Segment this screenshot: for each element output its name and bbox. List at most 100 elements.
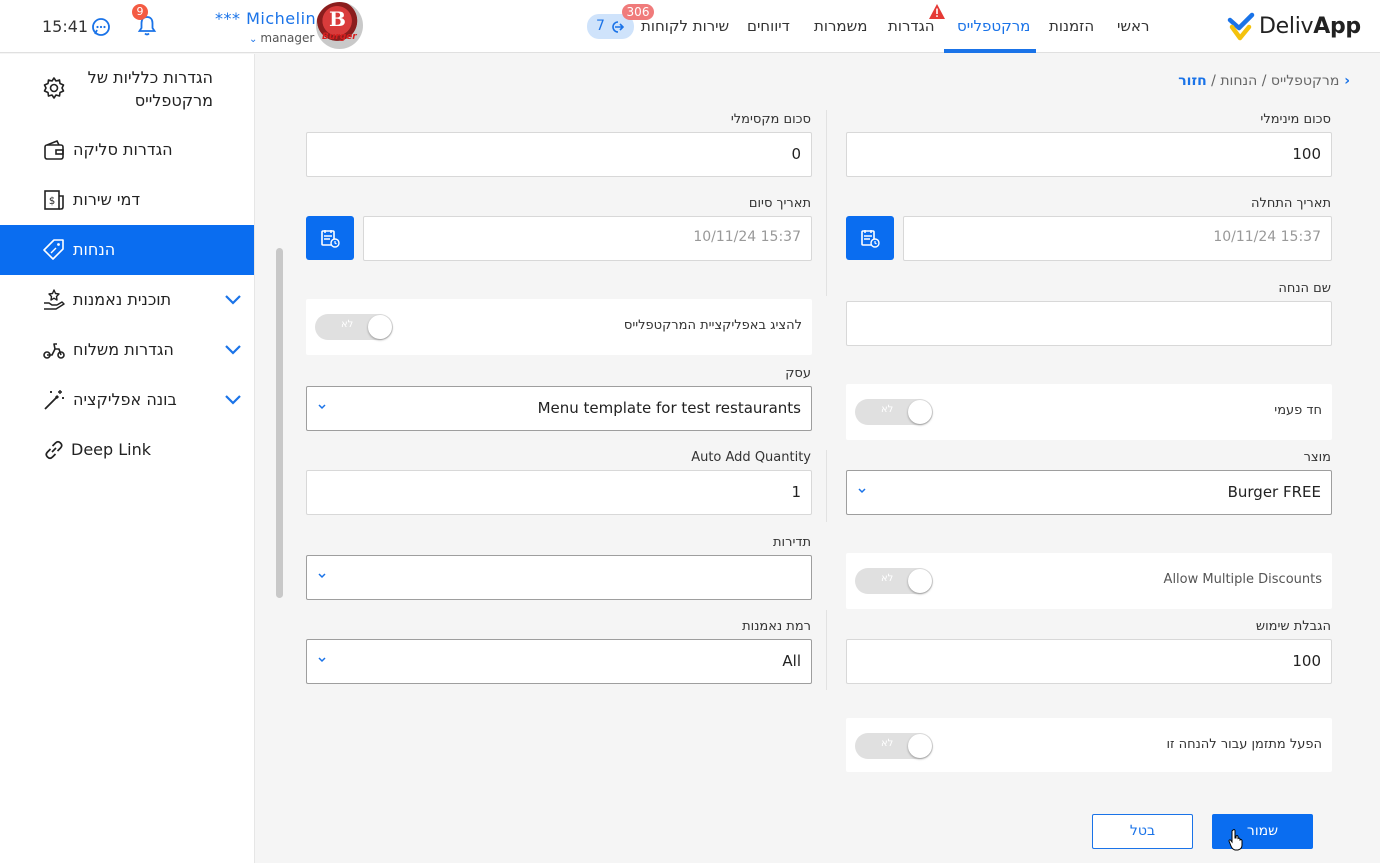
show-in-app-label: להציג באפליקציית המרקטפלייס	[623, 318, 802, 333]
toggle-text: לא	[881, 404, 894, 415]
notification-badge: 9	[132, 4, 148, 20]
calendar-clock-icon	[321, 230, 340, 248]
nav-shifts[interactable]: משמרות	[814, 17, 867, 35]
start-date-label: תאריך התחלה	[1250, 196, 1331, 211]
one-time-toggle[interactable]: לא	[855, 399, 933, 425]
frequency-select[interactable]	[306, 555, 812, 600]
user-name[interactable]: *** Michelin	[215, 9, 316, 28]
sidebar-item-deep-link[interactable]: Deep Link	[0, 425, 254, 475]
loyalty-level-value: All	[782, 652, 801, 670]
link-icon	[45, 440, 63, 460]
receipt-icon: $	[44, 190, 64, 210]
user-role-label: manager	[260, 31, 315, 45]
loyalty-level-select[interactable]: All	[306, 639, 812, 684]
nav-customer-service[interactable]: שירות לקוחות	[641, 17, 729, 35]
sidebar-item-service-fees[interactable]: $ דמי שירות	[0, 175, 254, 225]
nav-settings[interactable]: הגדרות	[888, 17, 935, 35]
user-role-dropdown[interactable]: ⌄ manager	[249, 31, 314, 45]
max-amount-label: סכום מקסימלי	[730, 112, 811, 127]
product-label: מוצר	[1303, 450, 1331, 465]
chevron-down-icon	[318, 573, 326, 579]
sidebar-item-discounts[interactable]: הנחות	[0, 225, 254, 275]
scheduler-toggle[interactable]: לא	[855, 733, 933, 759]
loyalty-level-label: רמת נאמנות	[742, 619, 811, 634]
nav-orders[interactable]: הזמנות	[1049, 17, 1094, 35]
business-select[interactable]: Menu template for test restaurants	[306, 386, 812, 431]
end-date-label: תאריך סיום	[748, 196, 811, 211]
usage-limit-label: הגבלת שימוש	[1255, 619, 1331, 634]
sidebar-item-delivery-settings[interactable]: הגדרות משלוח	[0, 325, 254, 375]
nav-marketplace[interactable]: מרקטפלייס	[957, 17, 1030, 35]
brand-name-part2: App	[1313, 14, 1361, 39]
sidebar-item-label: בונה אפליקציה	[73, 390, 177, 409]
gear-icon	[43, 77, 65, 99]
toggle-text: לא	[341, 319, 354, 330]
allow-multiple-label: Allow Multiple Discounts	[1163, 572, 1322, 587]
wallet-icon	[44, 139, 64, 160]
chevron-down-icon[interactable]	[224, 344, 242, 356]
clock: 15:41	[42, 17, 89, 36]
avatar[interactable]: B Burger	[316, 2, 363, 49]
toggle-text: לא	[881, 573, 894, 584]
scrollbar[interactable]	[276, 248, 283, 598]
one-time-label: חד פעמי	[1274, 403, 1322, 418]
column-divider	[826, 610, 827, 690]
service-pill-count: 7	[596, 18, 605, 34]
scooter-icon	[43, 343, 65, 359]
active-tab-indicator	[944, 49, 1036, 53]
show-in-app-toggle[interactable]: לא	[315, 314, 393, 340]
max-amount-input[interactable]: 0	[306, 132, 812, 177]
toggle-knob	[908, 734, 932, 758]
usage-limit-input[interactable]: 100	[846, 639, 1332, 684]
discount-name-input[interactable]	[846, 301, 1332, 346]
back-link-label: חזור	[1178, 73, 1207, 89]
frequency-label: תדירות	[773, 535, 811, 550]
start-date-calendar-button[interactable]	[846, 216, 894, 260]
breadcrumb: מרקטפלייס / הנחות / חזור ›	[1150, 73, 1350, 89]
allow-multiple-panel: Allow Multiple Discounts לא	[846, 553, 1332, 609]
magic-wand-icon	[44, 390, 64, 410]
toggle-knob	[368, 315, 392, 339]
calendar-clock-icon	[861, 230, 880, 248]
sidebar-item-app-builder[interactable]: בונה אפליקציה	[0, 375, 254, 425]
business-value: Menu template for test restaurants	[537, 399, 801, 417]
nav-main[interactable]: ראשי	[1117, 17, 1149, 35]
logout-arrow-icon	[612, 21, 624, 33]
business-label: עסק	[785, 366, 811, 381]
sidebar-item-label: תוכנית נאמנות	[73, 290, 172, 309]
toggle-text: לא	[881, 738, 894, 749]
allow-multiple-toggle[interactable]: לא	[855, 568, 933, 594]
sidebar-item-label: Deep Link	[71, 440, 152, 459]
sidebar-item-label: הנחות	[73, 240, 116, 259]
chevron-down-icon	[318, 657, 326, 663]
breadcrumb-path: מרקטפלייס / הנחות /	[1211, 73, 1340, 89]
chevron-down-icon[interactable]	[224, 394, 242, 406]
sidebar-item-general-settings[interactable]: הגדרות כלליות של מרקטפלייס	[0, 54, 254, 124]
sidebar: הגדרות כלליות של מרקטפלייס הגדרות סליקה …	[0, 54, 255, 863]
scheduler-label: הפעל מתזמן עבור להנחה זו	[1166, 737, 1322, 752]
min-amount-input[interactable]: 100	[846, 132, 1332, 177]
product-value: Burger FREE	[1227, 483, 1321, 501]
warning-icon	[929, 4, 945, 19]
sidebar-item-label: דמי שירות	[73, 190, 141, 209]
delivapp-logo-icon	[1227, 12, 1255, 41]
hand-pointer-cursor-icon	[1228, 829, 1243, 851]
start-date-input[interactable]: 10/11/24 15:37	[903, 216, 1332, 261]
nav-reports[interactable]: דיווחים	[747, 17, 790, 35]
sidebar-item-loyalty[interactable]: תוכנית נאמנות	[0, 275, 254, 325]
chat-icon[interactable]	[91, 17, 111, 37]
discount-name-label: שם הנחה	[1278, 281, 1331, 296]
sidebar-item-label: הגדרות כלליות של מרקטפלייס	[87, 68, 213, 110]
end-date-input[interactable]: 10/11/24 15:37	[363, 216, 812, 261]
cancel-button[interactable]: בטל	[1092, 814, 1193, 849]
product-select[interactable]: Burger FREE	[846, 470, 1332, 515]
min-amount-label: סכום מינימלי	[1260, 112, 1331, 127]
end-date-calendar-button[interactable]	[306, 216, 354, 260]
sidebar-item-payment-settings[interactable]: הגדרות סליקה	[0, 125, 254, 175]
one-time-panel: חד פעמי לא	[846, 384, 1332, 440]
show-in-app-panel: להציג באפליקציית המרקטפלייס לא	[306, 299, 812, 355]
chevron-down-icon[interactable]	[224, 294, 242, 306]
sidebar-item-label: הגדרות משלוח	[73, 340, 174, 359]
brand-name: DelivApp	[1259, 14, 1361, 39]
auto-add-quantity-input[interactable]: 1	[306, 470, 812, 515]
